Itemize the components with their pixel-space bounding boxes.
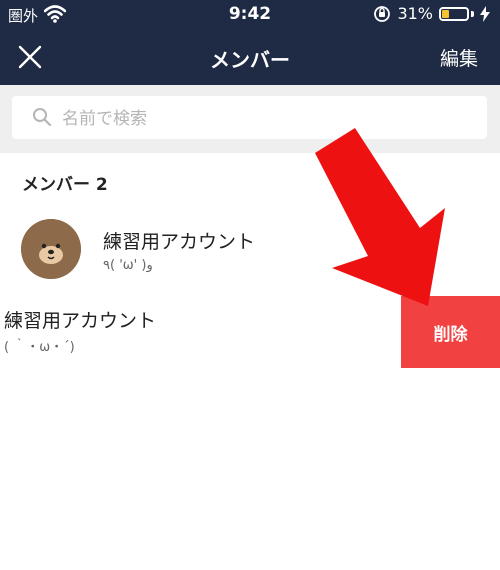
search-input[interactable] — [60, 96, 464, 141]
battery-icon — [439, 6, 469, 21]
member-row[interactable]: 練習用アカウント ٩( 'ω' )و — [0, 213, 500, 287]
edit-button[interactable]: 編集 — [440, 44, 478, 71]
member-count-label: メンバー 2 — [22, 175, 108, 195]
member-status-message: ٩( 'ω' )و — [103, 258, 153, 273]
nav-header: メンバー 編集 — [0, 30, 500, 85]
member-name: 練習用アカウント — [4, 310, 157, 332]
status-right: 31% — [373, 4, 490, 23]
member-name: 練習用アカウント — [103, 231, 256, 253]
battery-tip — [471, 10, 474, 17]
search-area — [0, 85, 500, 153]
bear-avatar-image — [21, 219, 81, 279]
avatar — [21, 219, 81, 279]
member-status-message: ( ｀・ω・´) — [4, 340, 75, 355]
delete-button[interactable]: 削除 — [401, 296, 500, 368]
page-title: メンバー — [210, 48, 290, 72]
charging-bolt-icon — [480, 5, 490, 22]
search-box[interactable] — [12, 96, 487, 141]
search-icon — [33, 108, 52, 127]
battery-percent: 31% — [397, 4, 433, 23]
member-row-swiped[interactable]: 練習用アカウント ( ｀・ω・´) 削除 — [0, 296, 500, 368]
battery-level — [442, 9, 449, 18]
status-bar: 圏外 9:42 31% — [0, 0, 500, 30]
orientation-lock-icon — [374, 5, 391, 22]
